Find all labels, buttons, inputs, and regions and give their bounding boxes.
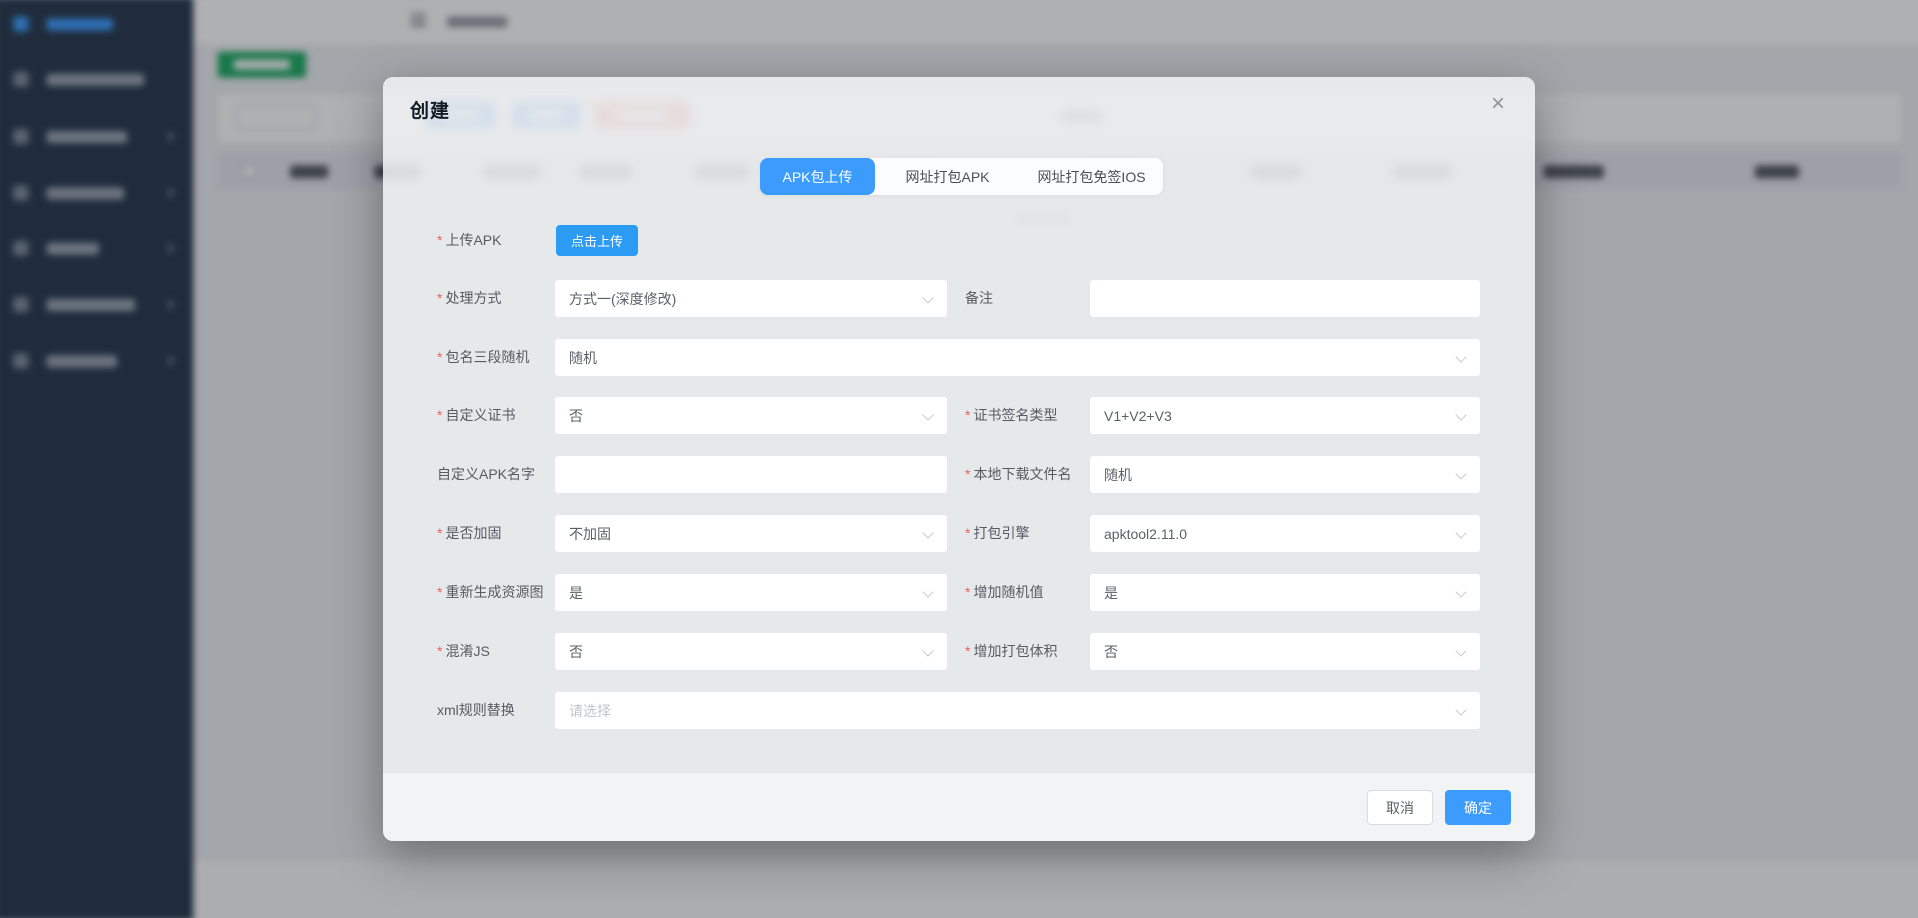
- package-name-random-select[interactable]: 随机: [554, 338, 1481, 377]
- add-pack-volume-select[interactable]: 否: [1089, 632, 1481, 671]
- chevron-down-icon: [1455, 351, 1466, 362]
- tab-group: APK包上传 网址打包APK 网址打包免签IOS: [760, 158, 1163, 195]
- field-label: *上传APK: [437, 221, 501, 260]
- local-download-name-select[interactable]: 随机: [1089, 455, 1481, 494]
- required-marker: *: [437, 407, 442, 423]
- screen: 创建 × APK包上传 网址打包APK 网址打包免签IOS *上传APK 点击上…: [0, 0, 1918, 918]
- cancel-button[interactable]: 取消: [1367, 790, 1433, 825]
- regen-resource-select[interactable]: 是: [554, 573, 948, 612]
- obfuscate-js-select[interactable]: 否: [554, 632, 948, 671]
- field-label: *打包引擎: [965, 514, 1029, 553]
- custom-apk-name-input[interactable]: [554, 455, 948, 494]
- field-label: 备注: [965, 279, 993, 318]
- chevron-down-icon: [1455, 704, 1466, 715]
- required-marker: *: [437, 525, 442, 541]
- required-marker: *: [437, 349, 442, 365]
- field-label: *处理方式: [437, 279, 501, 318]
- field-label: *本地下载文件名: [965, 455, 1071, 494]
- dialog-title: 创建: [410, 96, 450, 123]
- field-label: *包名三段随机: [437, 338, 529, 377]
- required-marker: *: [965, 525, 970, 541]
- form-row: *混淆JS 否 *增加打包体积 否: [383, 632, 1535, 671]
- chevron-down-icon: [922, 409, 933, 420]
- close-icon[interactable]: ×: [1483, 89, 1513, 119]
- remark-input[interactable]: [1089, 279, 1481, 318]
- tab-apk-upload[interactable]: APK包上传: [760, 158, 875, 195]
- required-marker: *: [965, 407, 970, 423]
- field-label: *是否加固: [437, 514, 501, 553]
- field-label: *增加打包体积: [965, 632, 1057, 671]
- required-marker: *: [965, 584, 970, 600]
- field-label: *证书签名类型: [965, 396, 1057, 435]
- xml-rule-select[interactable]: 请选择: [554, 691, 1481, 730]
- form-row: *是否加固 不加固 *打包引擎 apktool2.11.0: [383, 514, 1535, 553]
- confirm-button[interactable]: 确定: [1445, 790, 1511, 825]
- cert-sign-type-select[interactable]: V1+V2+V3: [1089, 396, 1481, 435]
- required-marker: *: [437, 290, 442, 306]
- field-label: *增加随机值: [965, 573, 1043, 612]
- form-row: *处理方式 方式一(深度修改) 备注: [383, 279, 1535, 318]
- required-marker: *: [437, 232, 442, 248]
- process-method-select[interactable]: 方式一(深度修改): [554, 279, 948, 318]
- chevron-down-icon: [922, 645, 933, 656]
- harden-select[interactable]: 不加固: [554, 514, 948, 553]
- pack-engine-select[interactable]: apktool2.11.0: [1089, 514, 1481, 553]
- form-row: *包名三段随机 随机: [383, 338, 1535, 377]
- field-label: 自定义APK名字: [437, 455, 535, 494]
- dialog-footer: 取消 确定: [383, 773, 1535, 841]
- chevron-down-icon: [1455, 645, 1466, 656]
- tab-url-pack-ios[interactable]: 网址打包免签IOS: [1020, 158, 1163, 195]
- custom-cert-select[interactable]: 否: [554, 396, 948, 435]
- required-marker: *: [965, 643, 970, 659]
- required-marker: *: [965, 466, 970, 482]
- chevron-down-icon: [1455, 527, 1466, 538]
- add-random-value-select[interactable]: 是: [1089, 573, 1481, 612]
- required-marker: *: [437, 643, 442, 659]
- field-label: *自定义证书: [437, 396, 515, 435]
- tab-url-pack-apk[interactable]: 网址打包APK: [875, 158, 1020, 195]
- form-row: xml规则替换 请选择: [383, 691, 1535, 730]
- form-row: 自定义APK名字 *本地下载文件名 随机: [383, 455, 1535, 494]
- form-row: *重新生成资源图 是 *增加随机值 是: [383, 573, 1535, 612]
- field-label: xml规则替换: [437, 691, 515, 730]
- form-row-upload: *上传APK 点击上传: [383, 221, 1535, 260]
- field-label: *混淆JS: [437, 632, 490, 671]
- chevron-down-icon: [922, 292, 933, 303]
- upload-apk-button[interactable]: 点击上传: [556, 225, 638, 256]
- form-row: *自定义证书 否 *证书签名类型 V1+V2+V3: [383, 396, 1535, 435]
- chevron-down-icon: [1455, 586, 1466, 597]
- chevron-down-icon: [1455, 468, 1466, 479]
- chevron-down-icon: [1455, 409, 1466, 420]
- field-label: *重新生成资源图: [437, 573, 543, 612]
- required-marker: *: [437, 584, 442, 600]
- chevron-down-icon: [922, 527, 933, 538]
- chevron-down-icon: [922, 586, 933, 597]
- create-dialog: 创建 × APK包上传 网址打包APK 网址打包免签IOS *上传APK 点击上…: [383, 77, 1535, 841]
